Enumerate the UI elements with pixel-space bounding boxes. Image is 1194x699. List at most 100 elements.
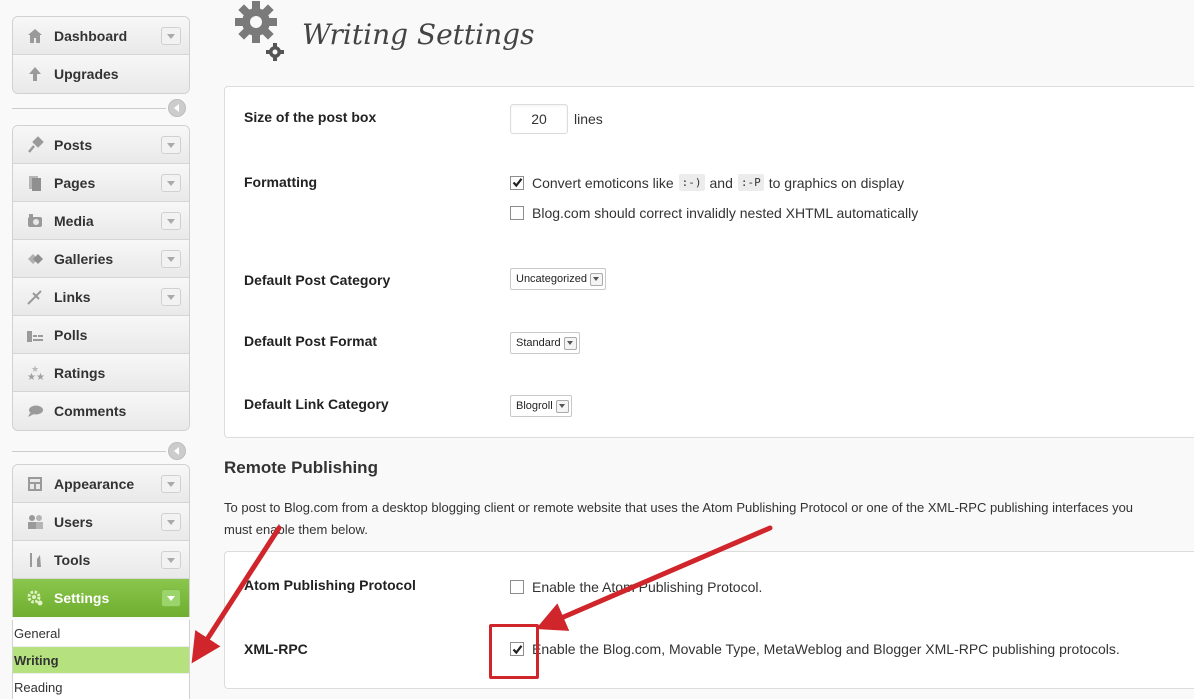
atom-checkbox[interactable] — [510, 580, 524, 594]
emoticons-text-before: Convert emoticons like — [532, 174, 674, 191]
sidebar-item-label: Media — [54, 212, 94, 229]
chevron-down-icon[interactable] — [161, 212, 181, 230]
select-value: Uncategorized — [516, 273, 587, 285]
sidebar-group-content: Posts Pages Media Galleries Links Polls … — [12, 125, 190, 431]
sidebar-separator — [12, 98, 190, 118]
xmlrpc-label: XML-RPC — [244, 641, 308, 657]
sidebar-item-label: Pages — [54, 174, 96, 191]
writing-settings-panel: Size of the post box lines Formatting Co… — [224, 86, 1194, 438]
atom-text: Enable the Atom Publishing Protocol. — [532, 579, 763, 595]
admin-sidebar: Dashboard Upgrades Posts Pages Media Gal… — [0, 0, 192, 699]
appearance-icon — [24, 473, 46, 495]
sidebar-item-appearance[interactable]: Appearance — [13, 465, 189, 503]
default-link-category-field: Blogroll — [510, 395, 572, 417]
sidebar-separator — [12, 441, 190, 461]
sidebar-item-users[interactable]: Users — [13, 503, 189, 541]
sidebar-item-label: Comments — [54, 403, 127, 419]
post-box-size-input[interactable] — [510, 104, 568, 134]
sidebar-item-polls[interactable]: Polls — [13, 316, 189, 354]
chevron-down-icon[interactable] — [161, 27, 181, 45]
post-box-field: lines — [510, 104, 603, 134]
media-icon — [24, 210, 46, 232]
emoticon-code-smile: :-) — [678, 174, 705, 191]
default-format-field: Standard — [510, 332, 580, 354]
sidebar-item-tools[interactable]: Tools — [13, 541, 189, 579]
divider — [12, 451, 166, 452]
sidebar-item-label: Links — [54, 288, 91, 305]
xmlrpc-option: Enable the Blog.com, Movable Type, MetaW… — [510, 641, 1120, 657]
post-box-unit: lines — [574, 111, 603, 127]
post-box-label: Size of the post box — [244, 109, 377, 125]
sidebar-item-label: Ratings — [54, 364, 106, 381]
sidebar-item-dashboard[interactable]: Dashboard — [13, 17, 189, 55]
galleries-icon — [24, 248, 46, 270]
chevron-down-icon — [555, 399, 569, 413]
default-link-category-label: Default Link Category — [244, 396, 389, 412]
chevron-down-icon[interactable] — [161, 551, 181, 569]
submenu-item-writing[interactable]: Writing — [13, 647, 189, 674]
xhtml-checkbox[interactable] — [510, 206, 524, 220]
emoticon-code-tongue: :-P — [737, 174, 764, 191]
main-content: Writing Settings Size of the post box li… — [210, 0, 1194, 699]
checkmark-icon — [512, 178, 522, 188]
emoticons-text-after: to graphics on display — [768, 174, 905, 191]
default-category-select[interactable]: Uncategorized — [510, 268, 606, 290]
submenu-item-general[interactable]: General — [13, 620, 189, 647]
chevron-down-icon[interactable] — [161, 475, 181, 493]
chevron-down-icon[interactable] — [161, 589, 181, 607]
links-icon — [24, 286, 46, 308]
sidebar-item-label: Dashboard — [54, 27, 128, 44]
sidebar-item-upgrades[interactable]: Upgrades — [13, 55, 189, 93]
sidebar-item-links[interactable]: Links — [13, 278, 189, 316]
sidebar-item-label: Posts — [54, 136, 93, 153]
sidebar-item-label: Appearance — [54, 475, 135, 492]
select-value: Blogroll — [516, 400, 553, 412]
sidebar-item-pages[interactable]: Pages — [13, 164, 189, 202]
xmlrpc-text: Enable the Blog.com, Movable Type, MetaW… — [532, 641, 1120, 657]
divider — [12, 108, 166, 109]
remote-publishing-description: To post to Blog.com from a desktop blogg… — [224, 500, 1134, 537]
xhtml-text: Blog.com should correct invalidly nested… — [532, 205, 919, 221]
chevron-down-icon[interactable] — [161, 136, 181, 154]
sidebar-item-comments[interactable]: Comments — [13, 392, 189, 430]
xmlrpc-checkbox-highlight — [489, 624, 539, 679]
chevron-down-icon[interactable] — [161, 250, 181, 268]
sidebar-group-top: Dashboard Upgrades — [12, 16, 190, 94]
chevron-down-icon — [563, 336, 577, 350]
chevron-down-icon — [589, 272, 603, 286]
upgrade-arrow-icon — [24, 63, 46, 85]
gears-icon — [228, 0, 288, 66]
polls-icon — [24, 324, 46, 346]
chevron-down-icon[interactable] — [161, 174, 181, 192]
sidebar-item-settings[interactable]: Settings — [13, 579, 189, 617]
chevron-down-icon[interactable] — [161, 288, 181, 306]
formatting-label: Formatting — [244, 174, 318, 190]
ratings-icon: ★★ ★ — [24, 362, 46, 384]
collapse-menu-icon[interactable] — [168, 99, 186, 117]
default-format-select[interactable]: Standard — [510, 332, 580, 354]
sidebar-item-galleries[interactable]: Galleries — [13, 240, 189, 278]
sidebar-item-label: Galleries — [54, 250, 114, 267]
atom-option: Enable the Atom Publishing Protocol. — [510, 579, 762, 595]
default-category-field: Uncategorized — [510, 268, 606, 290]
sidebar-item-posts[interactable]: Posts — [13, 126, 189, 164]
default-format-label: Default Post Format — [244, 333, 378, 349]
submenu-item-reading[interactable]: Reading — [13, 674, 189, 699]
settings-submenu: General Writing Reading — [12, 620, 190, 699]
sidebar-item-label: Tools — [54, 551, 91, 568]
sidebar-item-media[interactable]: Media — [13, 202, 189, 240]
emoticons-checkbox[interactable] — [510, 175, 524, 190]
default-link-category-select[interactable]: Blogroll — [510, 395, 572, 417]
comments-icon — [24, 400, 46, 422]
gear-icon — [24, 587, 46, 609]
emoticons-text-mid: and — [709, 174, 733, 191]
collapse-menu-icon[interactable] — [168, 442, 186, 460]
remote-publishing-panel: Atom Publishing Protocol Enable the Atom… — [224, 551, 1194, 689]
emoticons-option: Convert emoticons like :-) and :-P to gr… — [510, 174, 904, 191]
default-category-label: Default Post Category — [244, 272, 391, 288]
sidebar-item-label: Settings — [54, 590, 110, 606]
users-icon — [24, 511, 46, 533]
atom-label: Atom Publishing Protocol — [244, 577, 416, 593]
sidebar-item-ratings[interactable]: ★★ ★ Ratings — [13, 354, 189, 392]
chevron-down-icon[interactable] — [161, 513, 181, 531]
